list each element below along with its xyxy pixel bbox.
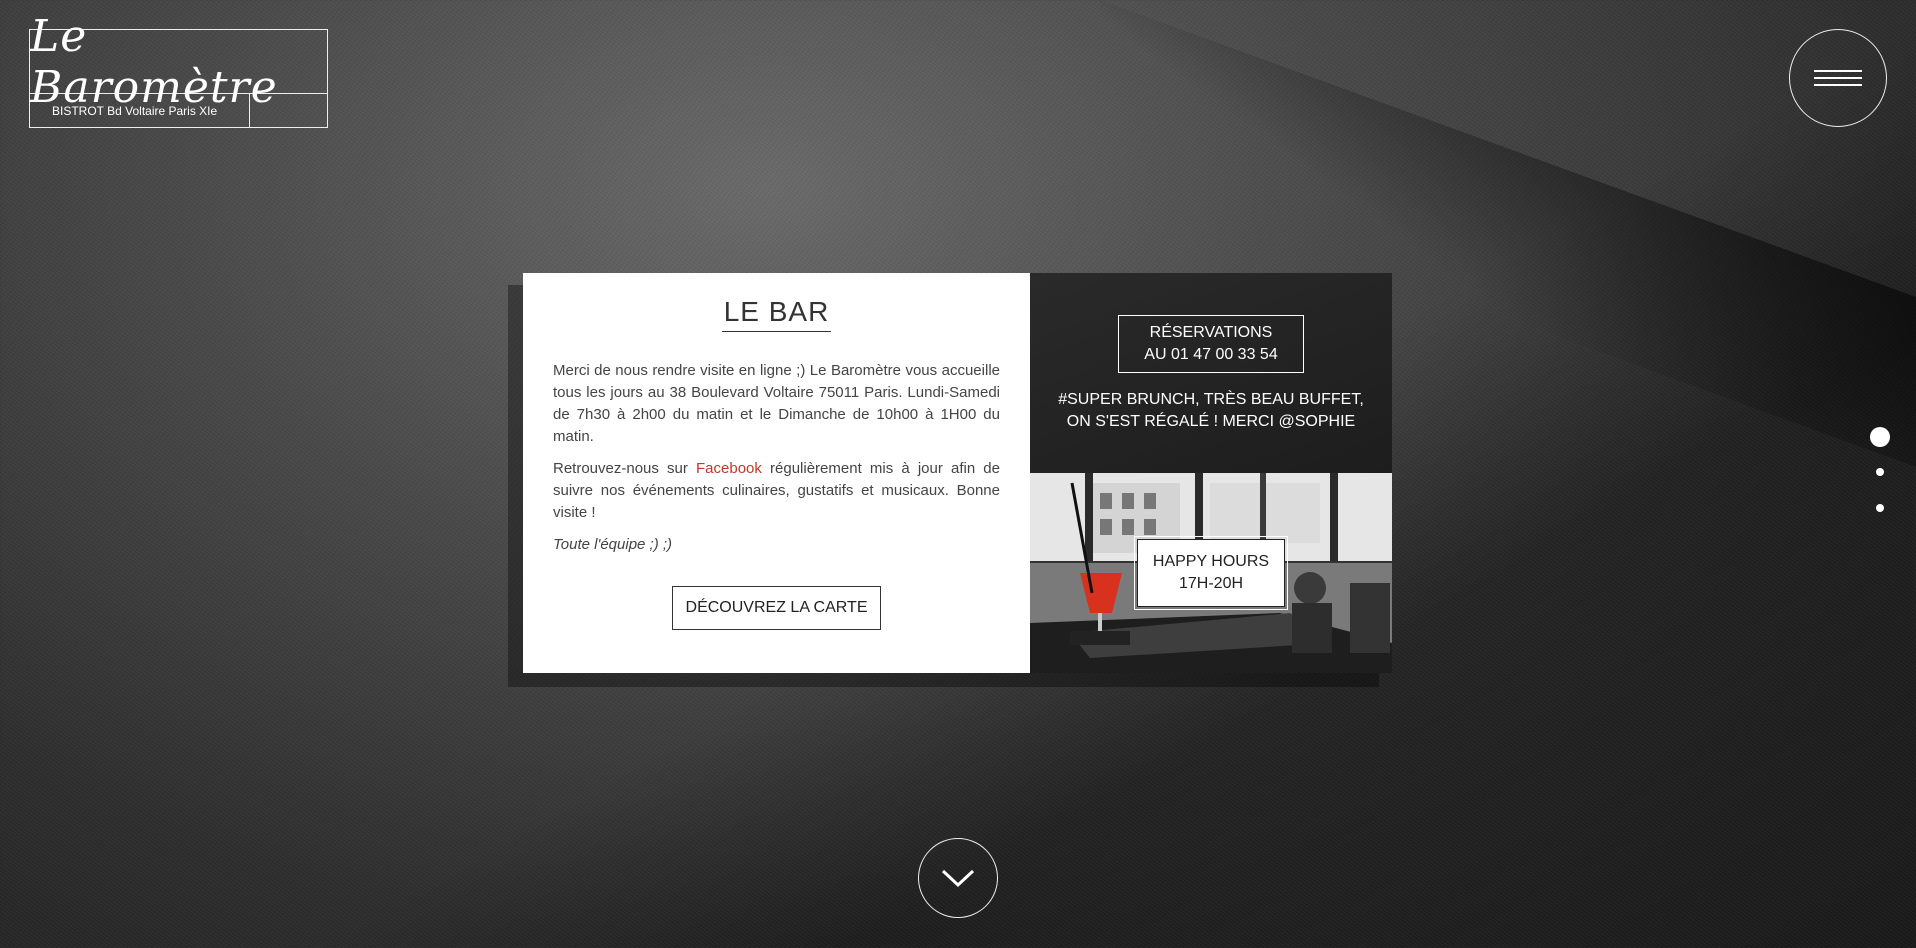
discover-menu-button[interactable]: DÉCOUVREZ LA CARTE <box>672 586 881 630</box>
happy-hours-box[interactable]: HAPPY HOURS 17H-20H <box>1134 536 1288 610</box>
intro-paragraph: Merci de nous rendre visite en ligne ;) … <box>553 362 1000 445</box>
section-dot-1[interactable] <box>1870 427 1890 447</box>
scroll-down-button[interactable] <box>918 838 998 918</box>
site-logo[interactable]: Le Baromètre BISTROT Bd Voltaire Paris X… <box>29 11 328 128</box>
facebook-link[interactable]: Facebook <box>696 460 762 477</box>
chevron-down-icon <box>941 869 975 888</box>
promo-line: #SUPER BRUNCH, TRÈS BEAU BUFFET, <box>1058 391 1364 408</box>
reservations-box[interactable]: RÉSERVATIONS AU 01 47 00 33 54 <box>1118 315 1304 373</box>
happy-hours-time: 17H-20H <box>1178 575 1244 592</box>
bar-info-panel: LE BAR Merci de nous rendre visite en li… <box>523 273 1030 673</box>
reservations-label: RÉSERVATIONS <box>1149 324 1273 341</box>
happy-hours-label: HAPPY HOURS <box>1152 553 1270 570</box>
logo-title: Le Baromètre <box>30 11 327 113</box>
signature: Toute l'équipe ;) ;) <box>553 536 673 553</box>
section-dot-2[interactable] <box>1876 468 1884 476</box>
hamburger-menu-icon-bar <box>1814 84 1862 86</box>
reservations-phone: AU 01 47 00 33 54 <box>1144 346 1278 363</box>
page-title: LE BAR <box>553 296 1000 332</box>
reservations-panel: RÉSERVATIONS AU 01 47 00 33 54 #SUPER BR… <box>1030 273 1392 473</box>
section-dot-3[interactable] <box>1876 504 1884 512</box>
logo-subtitle: BISTROT Bd Voltaire Paris XIe <box>30 94 250 127</box>
promo-line: ON S'EST RÉGALÉ ! MERCI @SOPHIE <box>1066 413 1356 430</box>
hamburger-menu-icon-bar <box>1814 70 1862 72</box>
hamburger-menu-icon-bar <box>1814 77 1862 79</box>
promo-text: #SUPER BRUNCH, TRÈS BEAU BUFFET, ON S'ES… <box>1058 389 1364 433</box>
happy-hours-panel: HAPPY HOURS 17H-20H <box>1030 473 1392 673</box>
menu-button[interactable] <box>1789 29 1887 127</box>
facebook-paragraph: Retrouvez-nous sur Facebook régulièremen… <box>553 460 1000 521</box>
